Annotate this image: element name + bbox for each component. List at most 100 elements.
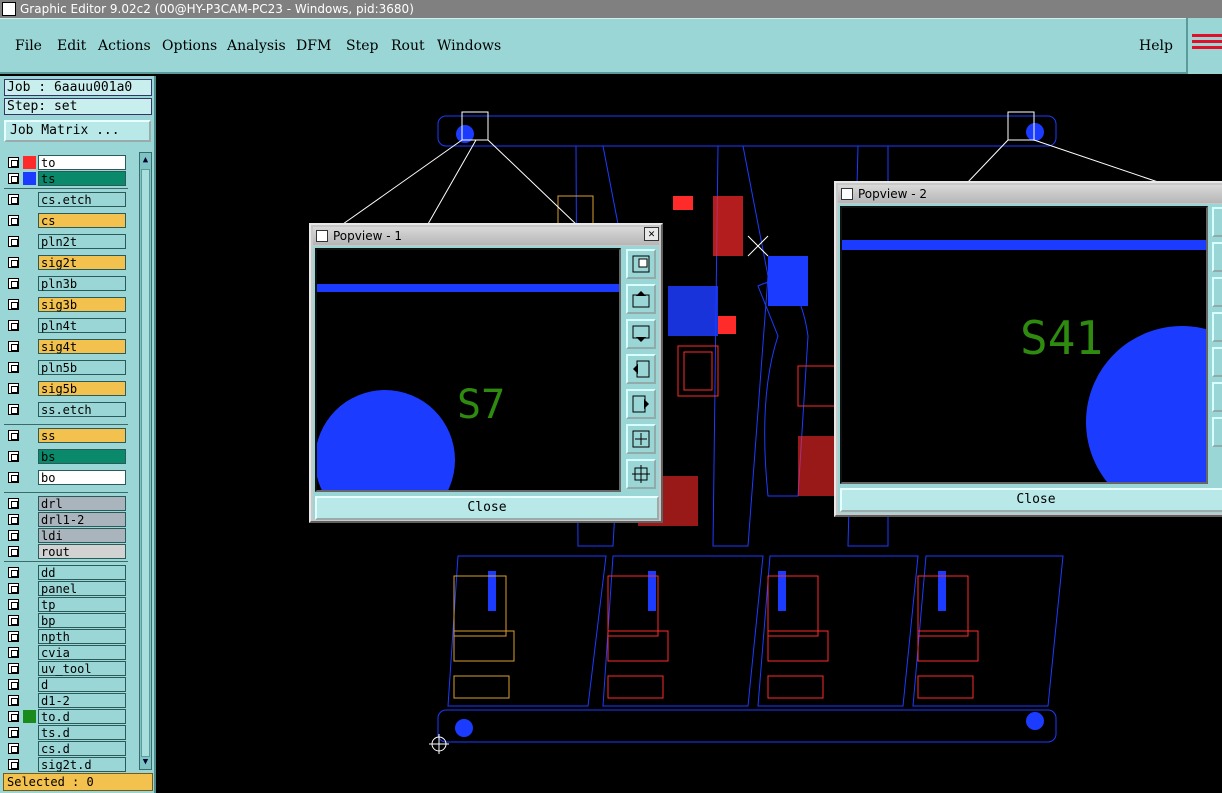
- layer-color-swatch[interactable]: [23, 630, 36, 643]
- layer-color-swatch[interactable]: [23, 214, 36, 227]
- layer-color-swatch[interactable]: [23, 172, 36, 185]
- layer-row[interactable]: bo: [4, 470, 128, 485]
- layer-color-swatch[interactable]: [23, 726, 36, 739]
- layer-checkbox[interactable]: [8, 727, 19, 738]
- scrollbar-thumb[interactable]: [141, 169, 150, 757]
- layer-color-swatch[interactable]: [23, 662, 36, 675]
- layer-name[interactable]: ldi: [38, 528, 126, 543]
- layer-color-swatch[interactable]: [23, 319, 36, 332]
- fit-view-tool-icon[interactable]: [1212, 382, 1222, 412]
- menu-dfm[interactable]: DFM: [296, 38, 331, 54]
- layer-name[interactable]: pln2t: [38, 234, 126, 249]
- layer-name[interactable]: sig3b: [38, 297, 126, 312]
- layer-checkbox[interactable]: [8, 679, 19, 690]
- layer-row[interactable]: rout: [4, 544, 128, 559]
- layer-row[interactable]: uv_tool: [4, 661, 128, 676]
- layer-name[interactable]: sig2t.d: [38, 757, 126, 772]
- layer-row[interactable]: d1-2: [4, 693, 128, 708]
- layer-color-swatch[interactable]: [23, 340, 36, 353]
- layer-row[interactable]: cs.d: [4, 741, 128, 756]
- menu-step[interactable]: Step: [346, 38, 378, 54]
- layer-color-swatch[interactable]: [23, 710, 36, 723]
- layer-row[interactable]: dd: [4, 565, 128, 580]
- layer-row[interactable]: drl: [4, 496, 128, 511]
- layer-name[interactable]: drl: [38, 496, 126, 511]
- scroll-up-icon[interactable]: ▲: [141, 154, 150, 166]
- layer-name[interactable]: bo: [38, 470, 126, 485]
- layer-checkbox[interactable]: [8, 194, 19, 205]
- layer-color-swatch[interactable]: [23, 646, 36, 659]
- popview-1-close-x-icon[interactable]: ✕: [644, 227, 659, 241]
- layer-row[interactable]: ts: [4, 171, 128, 186]
- layer-checkbox[interactable]: [8, 299, 19, 310]
- layer-name[interactable]: cs: [38, 213, 126, 228]
- layer-row[interactable]: pln3b: [4, 276, 128, 291]
- layer-row[interactable]: pln4t: [4, 318, 128, 333]
- layer-row[interactable]: pln2t: [4, 234, 128, 249]
- layer-name[interactable]: cvia: [38, 645, 126, 660]
- layer-color-swatch[interactable]: [23, 566, 36, 579]
- layer-name[interactable]: bp: [38, 613, 126, 628]
- layer-row[interactable]: sig2t.d: [4, 757, 128, 772]
- popview-2-close-button[interactable]: Close: [840, 488, 1222, 512]
- menu-file[interactable]: File: [15, 38, 42, 54]
- layer-name[interactable]: drl1-2: [38, 512, 126, 527]
- layer-name[interactable]: ts: [38, 171, 126, 186]
- layer-color-swatch[interactable]: [23, 678, 36, 691]
- layer-color-swatch[interactable]: [23, 235, 36, 248]
- layer-name[interactable]: sig5b: [38, 381, 126, 396]
- pan-down-tool-icon[interactable]: [1212, 277, 1222, 307]
- layer-checkbox[interactable]: [8, 567, 19, 578]
- layer-row[interactable]: ss.etch: [4, 402, 128, 417]
- layer-row[interactable]: npth: [4, 629, 128, 644]
- menu-analysis[interactable]: Analysis: [227, 38, 286, 54]
- layer-row[interactable]: ts.d: [4, 725, 128, 740]
- popview-2-titlebar[interactable]: Popview - 2: [838, 185, 1222, 203]
- layer-color-swatch[interactable]: [23, 298, 36, 311]
- menu-options[interactable]: Options: [162, 38, 217, 54]
- layer-checkbox[interactable]: [8, 631, 19, 642]
- pan-left-tool-icon[interactable]: [626, 354, 656, 384]
- layer-checkbox[interactable]: [8, 362, 19, 373]
- layer-name[interactable]: dd: [38, 565, 126, 580]
- layer-color-swatch[interactable]: [23, 156, 36, 169]
- layer-name[interactable]: uv_tool: [38, 661, 126, 676]
- fit-view-tool-icon[interactable]: [626, 424, 656, 454]
- layer-color-swatch[interactable]: [23, 429, 36, 442]
- layer-checkbox[interactable]: [8, 430, 19, 441]
- popview-2-zoom-view[interactable]: S41: [840, 206, 1208, 484]
- layer-row[interactable]: sig2t: [4, 255, 128, 270]
- menu-windows[interactable]: Windows: [437, 38, 501, 54]
- layer-color-swatch[interactable]: [23, 361, 36, 374]
- popview-1-titlebar[interactable]: Popview - 1: [313, 227, 659, 245]
- layer-checkbox[interactable]: [8, 451, 19, 462]
- layer-checkbox[interactable]: [8, 530, 19, 541]
- layer-row[interactable]: cvia: [4, 645, 128, 660]
- layer-color-swatch[interactable]: [23, 277, 36, 290]
- pan-up-tool-icon[interactable]: [1212, 242, 1222, 272]
- layer-checkbox[interactable]: [8, 320, 19, 331]
- layer-color-swatch[interactable]: [23, 471, 36, 484]
- layer-row[interactable]: ss: [4, 428, 128, 443]
- layer-checkbox[interactable]: [8, 404, 19, 415]
- layer-checkbox[interactable]: [8, 278, 19, 289]
- layer-row[interactable]: d: [4, 677, 128, 692]
- menu-help[interactable]: Help: [1139, 38, 1173, 54]
- layer-checkbox[interactable]: [8, 615, 19, 626]
- pan-down-tool-icon[interactable]: [626, 319, 656, 349]
- layer-checkbox[interactable]: [8, 236, 19, 247]
- layer-row[interactable]: panel: [4, 581, 128, 596]
- layer-row[interactable]: sig5b: [4, 381, 128, 396]
- layer-name[interactable]: d1-2: [38, 693, 126, 708]
- layer-name[interactable]: bs: [38, 449, 126, 464]
- layer-checkbox[interactable]: [8, 695, 19, 706]
- layer-checkbox[interactable]: [8, 215, 19, 226]
- layer-row[interactable]: to: [4, 155, 128, 170]
- layer-row[interactable]: bs: [4, 449, 128, 464]
- layer-color-swatch[interactable]: [23, 598, 36, 611]
- layer-color-swatch[interactable]: [23, 403, 36, 416]
- layer-name[interactable]: sig4t: [38, 339, 126, 354]
- layer-row[interactable]: drl1-2: [4, 512, 128, 527]
- layer-checkbox[interactable]: [8, 157, 19, 168]
- layer-name[interactable]: cs.etch: [38, 192, 126, 207]
